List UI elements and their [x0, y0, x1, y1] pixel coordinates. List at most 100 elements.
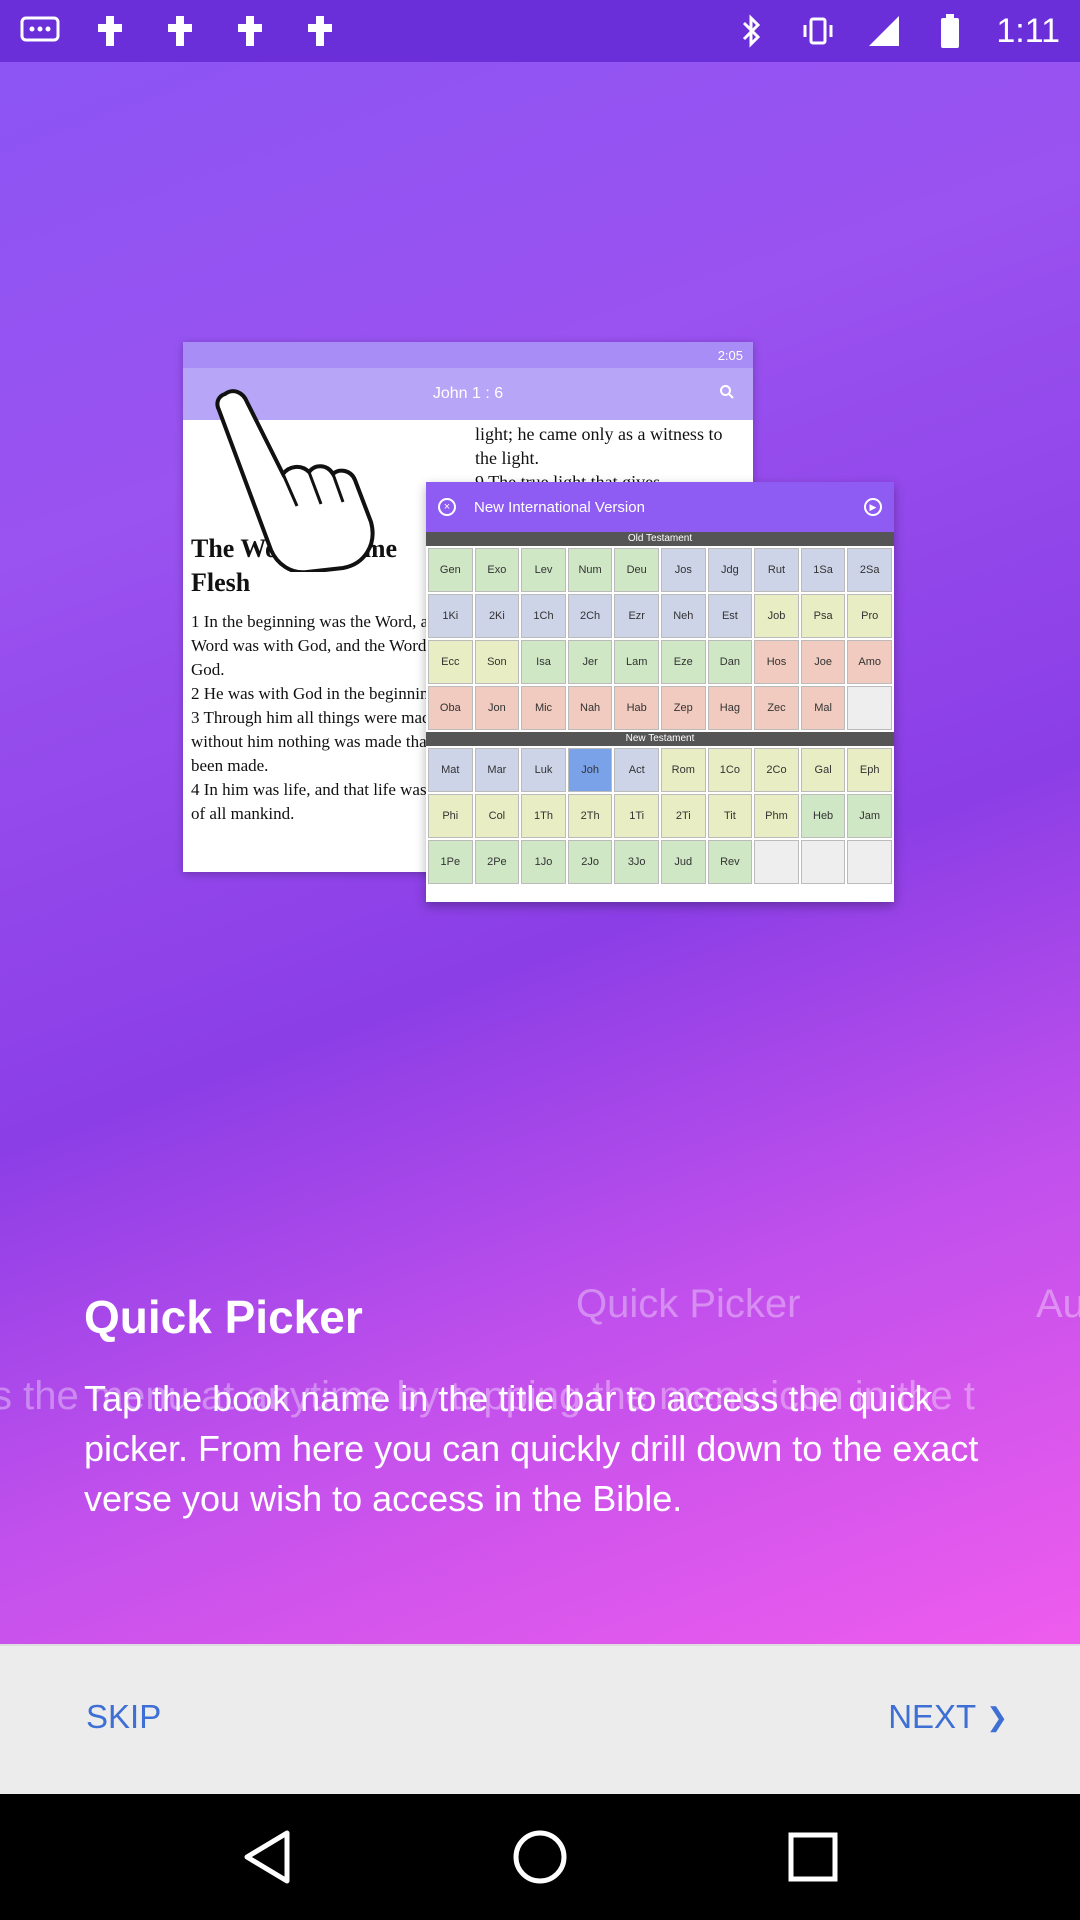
onboarding-slide[interactable]: 2:05 John 1 : 6 light; he came only as a…: [0, 62, 1080, 1644]
book-cell: 2Ti: [660, 794, 706, 838]
search-icon: [719, 384, 735, 405]
navigation-bar: [0, 1794, 1080, 1920]
book-cell: Zec: [754, 686, 799, 730]
book-cell: Jos: [660, 548, 706, 592]
book-cell: 2Ch: [567, 594, 613, 638]
book-cell: Joh: [567, 748, 613, 792]
home-icon[interactable]: [505, 1822, 575, 1892]
book-cell: Col: [474, 794, 520, 838]
notification-icon: [230, 11, 270, 51]
book-cell: Phi: [428, 794, 473, 838]
reader-status-bar: 2:05: [183, 342, 753, 368]
next-slide-title-ghost-2: Au: [1036, 1282, 1080, 1326]
book-cell: Tit: [707, 794, 753, 838]
slide-description: Tap the book name in the title bar to ac…: [84, 1378, 979, 1519]
book-cell: 1Ki: [428, 594, 473, 638]
book-cell: 1Ch: [521, 594, 566, 638]
book-cell: Hos: [754, 640, 799, 684]
signal-icon: [864, 11, 904, 51]
book-cell: Deu: [614, 548, 659, 592]
battery-icon: [930, 11, 970, 51]
next-button[interactable]: NEXT ❯: [888, 1698, 1008, 1736]
notification-icon: [90, 11, 130, 51]
slide-title: Quick Picker: [84, 1291, 363, 1343]
old-testament-grid: Gen Exo Lev Num Deu Jos Jdg Rut 1Sa 2Sa 1Ki 2Ki 1Ch 2…: [426, 546, 894, 732]
book-cell: 2Co: [754, 748, 799, 792]
book-cell: Rut: [754, 548, 799, 592]
quick-picker-screenshot: × New International Version ▶ Old Testam…: [426, 482, 894, 902]
book-cell: Jer: [567, 640, 613, 684]
book-cell: Son: [474, 640, 520, 684]
message-icon: [20, 11, 60, 51]
book-cell: Mar: [474, 748, 520, 792]
new-testament-grid: Mat Mar Luk Joh Act Rom 1Co 2Co Gal Eph Phi Col 1Th 2…: [426, 746, 894, 886]
book-cell: Gal: [800, 748, 846, 792]
book-cell: Est: [707, 594, 753, 638]
new-testament-label: New Testament: [426, 732, 894, 746]
book-cell: Amo: [847, 640, 892, 684]
vibrate-icon: [798, 11, 838, 51]
book-cell: Hab: [614, 686, 659, 730]
book-cell: [847, 840, 892, 884]
book-cell: 2Th: [567, 794, 613, 838]
pointing-hand-icon: [205, 382, 395, 575]
book-cell: Rom: [660, 748, 706, 792]
book-cell: Job: [754, 594, 799, 638]
book-cell: Jon: [474, 686, 520, 730]
book-cell: Ecc: [428, 640, 473, 684]
book-cell: 2Pe: [474, 840, 520, 884]
book-cell: 1Th: [521, 794, 566, 838]
book-cell: 1Jo: [521, 840, 566, 884]
book-cell: Nah: [567, 686, 613, 730]
book-cell: Gen: [428, 548, 473, 592]
book-cell: Exo: [474, 548, 520, 592]
book-cell: Joe: [800, 640, 846, 684]
bluetooth-icon: [732, 11, 772, 51]
status-time: 1:11: [996, 11, 1060, 50]
notification-icon: [160, 11, 200, 51]
play-icon: ▶: [864, 498, 882, 516]
book-cell: Mic: [521, 686, 566, 730]
book-cell: Mal: [800, 686, 846, 730]
skip-button[interactable]: SKIP: [86, 1698, 161, 1736]
feature-illustration: 2:05 John 1 : 6 light; he came only as a…: [183, 342, 903, 982]
close-icon: ×: [438, 498, 456, 516]
book-cell: Oba: [428, 686, 473, 730]
book-cell: 2Sa: [847, 548, 892, 592]
status-bar: 1:11: [0, 0, 1080, 62]
book-cell: Psa: [800, 594, 846, 638]
book-cell: Hag: [707, 686, 753, 730]
book-cell: 1Sa: [800, 548, 846, 592]
next-slide-title-ghost: Quick Picker: [576, 1282, 801, 1326]
book-cell: Isa: [521, 640, 566, 684]
book-cell: 1Pe: [428, 840, 473, 884]
reader-title: John 1 : 6: [432, 385, 504, 402]
recents-icon[interactable]: [778, 1822, 848, 1892]
notification-icon: [300, 11, 340, 51]
book-cell: Luk: [521, 748, 566, 792]
book-cell: Eze: [660, 640, 706, 684]
book-cell: 2Ki: [474, 594, 520, 638]
book-cell: [800, 840, 846, 884]
book-cell: [754, 840, 799, 884]
book-cell: Rev: [707, 840, 753, 884]
chevron-right-icon: ❯: [986, 1701, 1008, 1732]
book-cell: 3Jo: [614, 840, 659, 884]
book-cell: Ezr: [614, 594, 659, 638]
book-cell: Jam: [847, 794, 892, 838]
picker-header: × New International Version ▶: [426, 482, 894, 532]
book-cell: Zep: [660, 686, 706, 730]
book-cell: Mat: [428, 748, 473, 792]
next-label: NEXT: [888, 1698, 977, 1735]
book-cell: [847, 686, 892, 730]
book-cell: 1Ti: [614, 794, 659, 838]
book-cell: Heb: [800, 794, 846, 838]
book-cell: 1Co: [707, 748, 753, 792]
book-cell: Act: [614, 748, 659, 792]
book-cell: Dan: [707, 640, 753, 684]
status-left: [20, 11, 340, 51]
old-testament-label: Old Testament: [426, 532, 894, 546]
picker-title: New International Version: [474, 498, 645, 516]
back-icon[interactable]: [232, 1822, 302, 1892]
book-cell: Jud: [660, 840, 706, 884]
